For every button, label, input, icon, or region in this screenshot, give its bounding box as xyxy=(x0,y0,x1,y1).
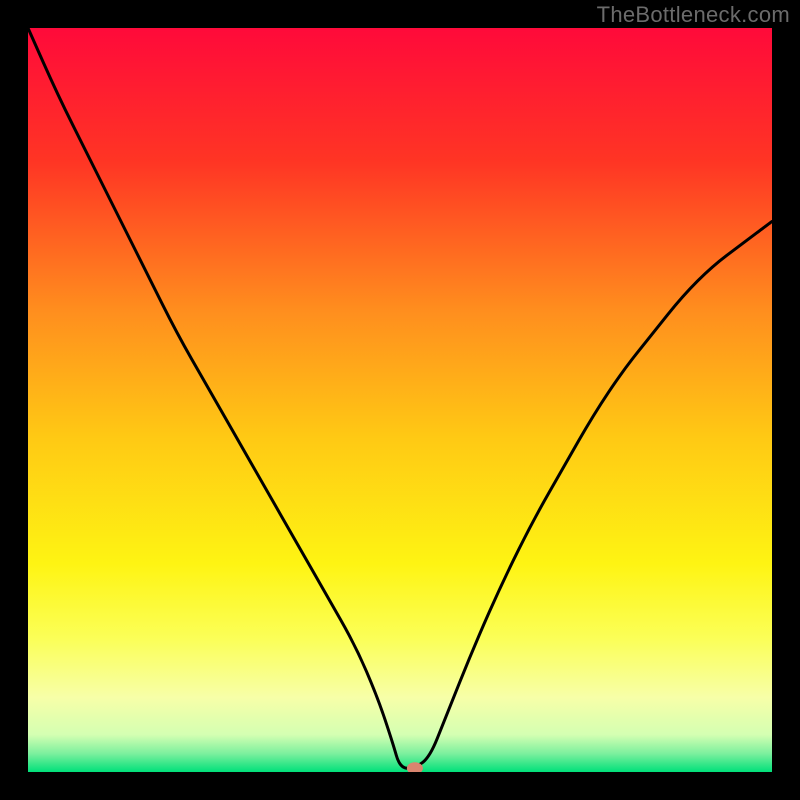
plot-area xyxy=(28,28,772,772)
chart-svg xyxy=(28,28,772,772)
chart-background xyxy=(28,28,772,772)
figure-root: TheBottleneck.com xyxy=(0,0,800,800)
watermark-text: TheBottleneck.com xyxy=(597,2,790,28)
